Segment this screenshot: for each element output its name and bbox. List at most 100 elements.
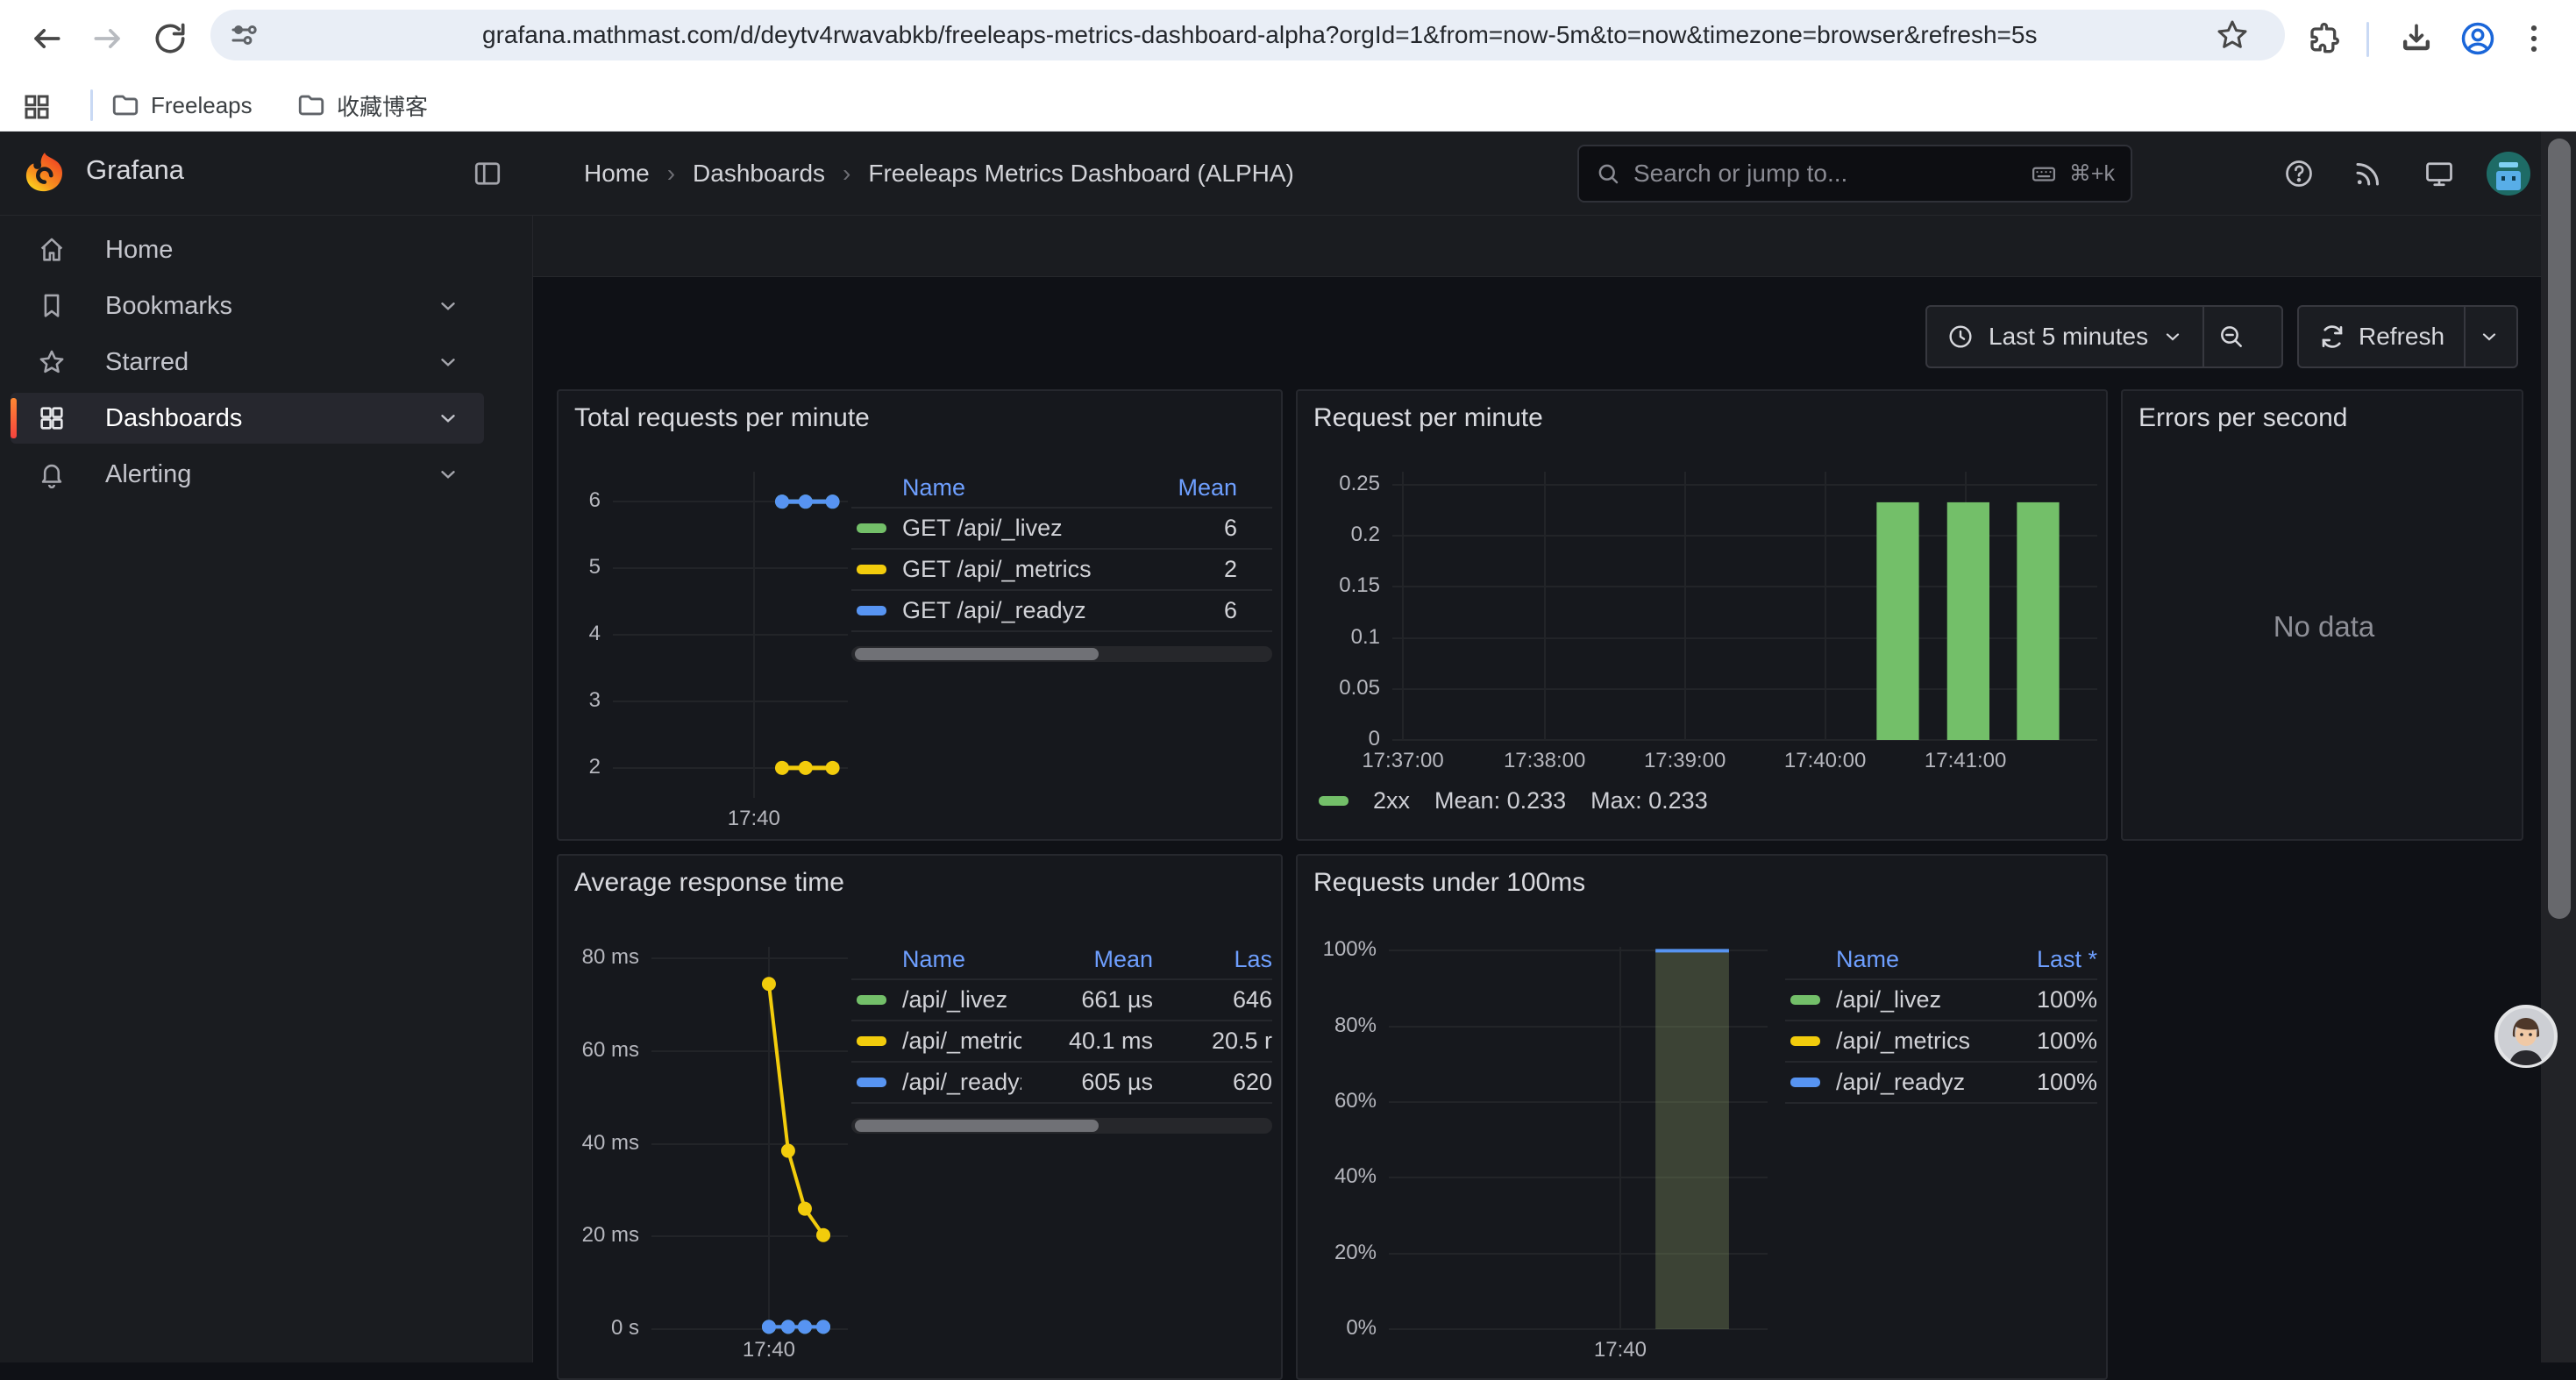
series-name[interactable]: 2xx — [1373, 787, 1410, 814]
search-input[interactable]: Search or jump to... ⌘+k — [1577, 145, 2132, 203]
series-mean: 6 — [1106, 597, 1237, 624]
breadcrumb-dashboards[interactable]: Dashboards — [693, 160, 825, 188]
legend-col-name[interactable]: Name — [902, 946, 1021, 973]
chevron-down-icon[interactable] — [437, 351, 459, 373]
legend-row[interactable]: /api/_livez 661 µs 646 — [851, 980, 1272, 1021]
legend-col-last[interactable]: Last * — [1999, 946, 2097, 973]
legend-row[interactable]: /api/_livez 100% — [1785, 980, 2097, 1021]
legend-row[interactable]: /api/_readyz 100% — [1785, 1063, 2097, 1104]
grafana-logo[interactable] — [23, 151, 67, 195]
legend-col-name[interactable]: Name — [902, 474, 1106, 501]
series-name[interactable]: /api/_livez — [1836, 986, 1999, 1014]
legend-line[interactable]: 2xx Mean: 0.233 Max: 0.233 — [1319, 787, 1708, 814]
legend-col-mean[interactable]: Mean — [1106, 474, 1237, 501]
assistant-avatar[interactable] — [2494, 1005, 2558, 1068]
page-scrollbar-thumb[interactable] — [2548, 139, 2571, 919]
sidebar-item-dashboards[interactable]: Dashboards — [11, 393, 484, 444]
panel-request-per-minute[interactable]: Request per minute 0.250.20.150.10.05017… — [1296, 389, 2108, 841]
series-last: 100% — [1999, 1069, 2097, 1096]
panel-total-requests[interactable]: Total requests per minute 6543217:40 Nam… — [557, 389, 1283, 841]
breadcrumb: Home › Dashboards › Freeleaps Metrics Da… — [584, 132, 1294, 216]
site-settings-icon[interactable] — [228, 19, 260, 51]
chevron-down-icon[interactable] — [437, 295, 459, 317]
bookmark-label: 收藏博客 — [337, 89, 428, 122]
data-point — [775, 761, 789, 775]
url-text[interactable]: grafana.mathmast.com/d/deytv4rwavabkb/fr… — [482, 10, 2037, 60]
time-range-label: Last 5 minutes — [1989, 323, 2148, 351]
legend-col-name[interactable]: Name — [1836, 946, 1999, 973]
series-name[interactable]: /api/_readyz — [902, 1069, 1021, 1096]
reload-icon[interactable] — [151, 19, 189, 58]
bookmark-folder-freeleaps[interactable]: Freeleaps — [110, 89, 253, 121]
panel-avg-response-time[interactable]: Average response time 80 ms60 ms40 ms20 … — [557, 854, 1283, 1380]
back-icon[interactable] — [26, 19, 65, 58]
time-range-control: Last 5 minutes — [1925, 305, 2283, 368]
legend-col-mean[interactable]: Mean — [1021, 946, 1153, 973]
sidebar-toggle-icon[interactable] — [472, 158, 503, 189]
sidebar-item-bookmarks[interactable]: Bookmarks — [11, 281, 484, 331]
forward-icon[interactable] — [89, 19, 128, 58]
url-bar[interactable]: grafana.mathmast.com/d/deytv4rwavabkb/fr… — [210, 10, 2285, 60]
y-axis-tick: 6 — [571, 488, 601, 513]
bookmark-star-icon[interactable] — [2215, 18, 2250, 53]
chevron-down-icon[interactable] — [437, 463, 459, 486]
sidebar-item-label: Bookmarks — [105, 292, 232, 321]
browser-menu-icon[interactable] — [2515, 19, 2553, 58]
zoom-out-button[interactable] — [2204, 307, 2259, 366]
series-name[interactable]: GET /api/_metrics — [902, 556, 1106, 583]
panel-title[interactable]: Average response time — [574, 868, 844, 898]
series-swatch — [1790, 1078, 1820, 1087]
download-icon[interactable] — [2397, 19, 2436, 58]
series-max: Max: 0.233 — [1590, 787, 1708, 814]
sidebar-item-home[interactable]: Home — [11, 224, 484, 275]
keyboard-icon — [2031, 160, 2057, 187]
help-icon[interactable] — [2283, 158, 2315, 189]
time-range-picker[interactable]: Last 5 minutes — [1927, 307, 2202, 366]
series-name[interactable]: GET /api/_livez — [902, 515, 1106, 542]
apps-grid-icon[interactable] — [21, 91, 53, 123]
refresh-button[interactable]: Refresh — [2299, 307, 2464, 366]
panel-title[interactable]: Request per minute — [1313, 403, 1543, 433]
panel-errors-per-second[interactable]: Errors per second No data — [2121, 389, 2523, 841]
legend-scrollbar[interactable] — [851, 646, 1272, 662]
requests-under-100ms-chart: 100%80%60%40%20%0%17:40 — [1312, 947, 1768, 1362]
y-axis-tick: 40% — [1312, 1164, 1377, 1189]
sidebar-item-label: Starred — [105, 348, 189, 377]
sidebar-item-alerting[interactable]: Alerting — [11, 449, 484, 500]
series-name[interactable]: /api/_metrics — [902, 1028, 1021, 1055]
legend-col-last[interactable]: Las — [1174, 946, 1272, 973]
news-icon[interactable] — [2352, 158, 2384, 189]
legend-scrollbar[interactable] — [851, 1118, 1272, 1134]
panel-title[interactable]: Requests under 100ms — [1313, 868, 1585, 898]
legend-row[interactable]: /api/_metrics 40.1 ms 20.5 r — [851, 1021, 1272, 1063]
legend-row[interactable]: /api/_readyz 605 µs 620 — [851, 1063, 1272, 1104]
legend-row[interactable]: GET /api/_metrics 2 — [851, 550, 1272, 591]
monitor-icon[interactable] — [2423, 158, 2455, 189]
data-point — [762, 1320, 776, 1334]
refresh-icon — [2318, 323, 2346, 351]
legend-row[interactable]: GET /api/_readyz 6 — [851, 591, 1272, 632]
series-last: 100% — [1999, 1028, 2097, 1055]
profile-icon[interactable] — [2459, 19, 2497, 58]
series-mean: 40.1 ms — [1021, 1028, 1153, 1055]
panel-requests-under-100ms[interactable]: Requests under 100ms 100%80%60%40%20%0%1… — [1296, 854, 2108, 1380]
area-fill — [1655, 950, 1729, 1329]
bookmark-folder-blogs[interactable]: 收藏博客 — [296, 89, 428, 121]
panel-title[interactable]: Total requests per minute — [574, 403, 870, 433]
series-name[interactable]: /api/_livez — [902, 986, 1021, 1014]
y-axis-tick: 3 — [571, 688, 601, 713]
panel-title[interactable]: Errors per second — [2138, 403, 2347, 433]
extensions-icon[interactable] — [2302, 19, 2341, 58]
refresh-interval-button[interactable] — [2466, 307, 2513, 366]
series-last: 620 — [1174, 1069, 1272, 1096]
user-avatar[interactable] — [2487, 152, 2530, 196]
legend-row[interactable]: GET /api/_livez 6 — [851, 509, 1272, 550]
legend-row[interactable]: /api/_metrics 100% — [1785, 1021, 2097, 1063]
breadcrumb-home[interactable]: Home — [584, 160, 650, 188]
series-name[interactable]: GET /api/_readyz — [902, 597, 1106, 624]
sidebar-item-starred[interactable]: Starred — [11, 337, 484, 388]
series-name[interactable]: /api/_readyz — [1836, 1069, 1999, 1096]
chevron-down-icon[interactable] — [437, 407, 459, 430]
series-name[interactable]: /api/_metrics — [1836, 1028, 1999, 1055]
legend-header: Name Mean Las — [851, 940, 1272, 980]
